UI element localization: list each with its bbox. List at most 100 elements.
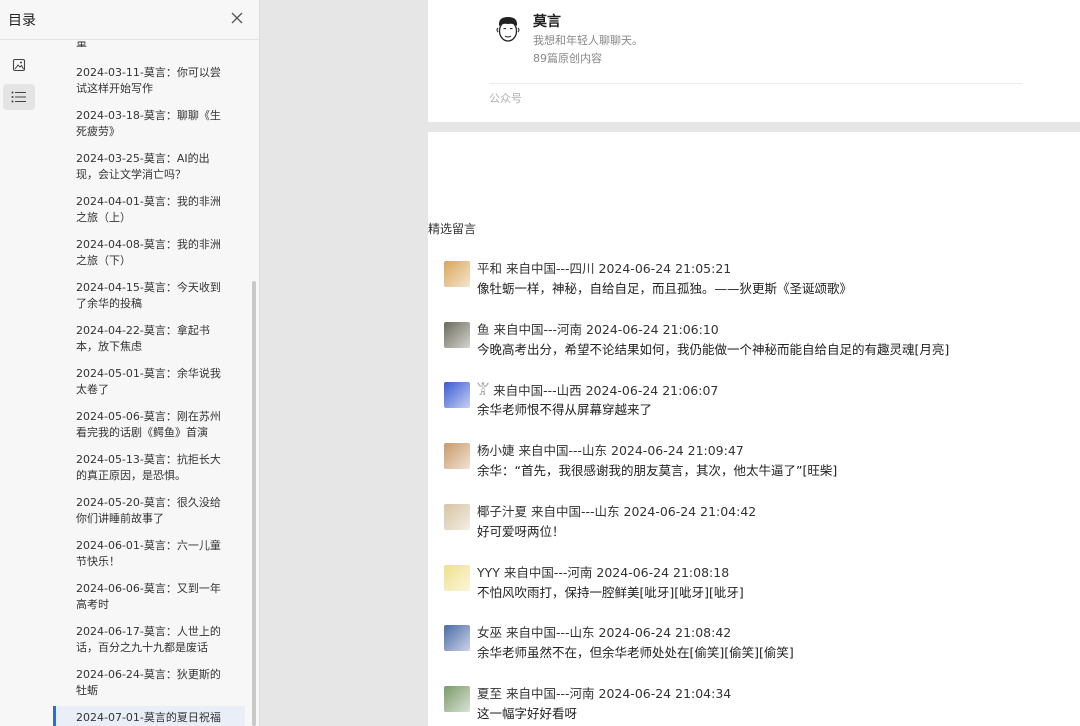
toc-active-marker <box>53 706 56 726</box>
toc-item-line: 2024-04-01-莫言：我的非洲 <box>76 195 221 208</box>
toc-item-line: 2024-04-08-莫言：我的非洲 <box>76 238 221 251</box>
comment-item: 𓀠 来自中国---山西 2024-06-24 21:06:07 余华老师恨不得从屏… <box>444 379 1074 429</box>
comment-meta: 𓀠 来自中国---山西 2024-06-24 21:06:07 <box>477 379 718 400</box>
toc-item-line: 2024-05-01-莫言：余华说我 <box>76 367 221 380</box>
toc-item-line: 2024-05-13-莫言：抗拒长大 <box>76 453 221 466</box>
comment-text: 今晚高考出分，希望不论结果如何，我仍能做一个神秘而能自给自足的有趣灵魂[月亮] <box>477 341 950 357</box>
toc-item-line: 2024-03-11-莫言：你可以尝 <box>76 66 221 79</box>
comment-meta: 平和 来自中国---四川 2024-06-24 21:05:21 <box>477 258 731 277</box>
comment-meta: 女巫 来自中国---山东 2024-06-24 21:08:42 <box>477 622 731 641</box>
comment-meta: 夏至 来自中国---河南 2024-06-24 21:04:34 <box>477 683 731 702</box>
commenter-name[interactable]: 杨小婕 <box>477 443 515 458</box>
toc-item[interactable]: 2024-04-08-莫言：我的非洲 之旅（下） <box>76 237 226 269</box>
comment-location-time: 来自中国---山西 2024-06-24 21:06:07 <box>489 383 719 399</box>
toc-item-line: 量 <box>76 41 87 49</box>
commenter-avatar[interactable] <box>444 443 470 470</box>
commenter-name[interactable]: 𓀠 <box>477 383 489 398</box>
commenter-name[interactable]: 椰子汁夏 <box>477 504 527 519</box>
commenter-avatar[interactable] <box>444 261 470 287</box>
toc-item-line: 2024-06-24-莫言：狄更斯的 <box>76 668 221 681</box>
comments-section-title: 精选留言 <box>428 222 477 236</box>
commenter-name[interactable]: 鱼 <box>477 322 490 337</box>
comment-text: 好可爱呀两位！ <box>477 523 565 539</box>
comment-meta: YYY 来自中国---河南 2024-06-24 21:08:18 <box>477 562 729 581</box>
toc-item[interactable]: 2024-03-18-莫言：聊聊《生 死疲劳》 <box>76 108 226 140</box>
comment-meta: 鱼 来自中国---河南 2024-06-24 21:06:10 <box>477 319 719 338</box>
toc-item[interactable]: 2024-06-01-莫言：六一儿童 节快乐！ <box>76 538 226 570</box>
toc-item-line: 2024-06-01-莫言：六一儿童 <box>76 539 221 552</box>
list-icon <box>11 91 26 103</box>
image-view-button[interactable] <box>3 52 35 78</box>
toc-item-line: 2024-05-06-莫言：刚在苏州 <box>76 410 221 423</box>
toc-item-line: 本，放下焦虑 <box>76 340 142 353</box>
comment-text: 余华：“首先，我很感谢我的朋友莫言，其次，他太牛逼了”[旺柴] <box>477 463 838 479</box>
account-type-label: 公众号 <box>489 92 522 105</box>
commenter-avatar[interactable] <box>444 685 470 712</box>
comment-text: 余华老师虽然不在，但余华老师处处在[偷笑][偷笑][偷笑] <box>477 645 794 661</box>
toc-view-button[interactable] <box>3 84 35 110</box>
author-name[interactable]: 莫言 <box>533 11 561 31</box>
comment-location-time: 来自中国---山东 2024-06-24 21:04:42 <box>527 503 757 519</box>
comment-text: 像牡蛎一样，神秘，自给自足，而且孤独。——狄更斯《圣诞颂歌》 <box>477 281 853 296</box>
toc-item[interactable]: 2024-04-15-莫言：今天收到 了余华的投稿 <box>76 280 226 312</box>
commenter-name[interactable]: 女巫 <box>477 625 502 640</box>
toc-item-line: 之旅（下） <box>76 254 131 267</box>
toc-item-line: 死疲劳》 <box>76 125 120 138</box>
toc-item[interactable]: 2024-06-06-莫言：又到一年 高考时 <box>76 581 226 613</box>
comment-text: 不怕风吹雨打，保持一腔鲜美[呲牙][呲牙][呲牙] <box>477 584 744 600</box>
sidebar-header: 目录 <box>0 0 259 40</box>
close-icon[interactable] <box>228 9 246 27</box>
toc-item[interactable]: 2024-06-24-莫言：狄更斯的 牡蛎 <box>76 667 226 699</box>
toc-item[interactable]: 2024-06-17-莫言：人世上的 话，百分之九十九都是废话 <box>76 624 226 656</box>
toc-item-line: 节快乐！ <box>76 555 120 568</box>
image-icon <box>12 58 26 72</box>
toc-item[interactable]: 2024-03-25-莫言：AI的出 现，会让文学消亡吗？ <box>76 151 226 183</box>
comment-location-time: 来自中国---河南 2024-06-24 21:08:18 <box>499 564 730 580</box>
toc-item-line: 试这样开始写作 <box>76 82 153 95</box>
commenter-name[interactable]: YYY <box>477 565 500 580</box>
toc-item[interactable]: 2024-03-11-莫言：你可以尝 试这样开始写作 <box>76 65 226 97</box>
toc-item-line: 之旅（上） <box>76 211 131 224</box>
comment-meta: 杨小婕 来自中国---山东 2024-06-24 21:09:47 <box>477 440 744 459</box>
toc-item[interactable]: 2024-05-06-莫言：刚在苏州 看完我的话剧《鳄鱼》首演 <box>76 409 226 441</box>
toc-item-line: 2024-07-01-莫言的夏日祝福 <box>76 711 221 724</box>
commenter-avatar[interactable] <box>444 625 470 652</box>
commenter-avatar[interactable] <box>444 321 470 348</box>
author-avatar <box>496 17 520 42</box>
comment-location-time: 来自中国---四川 2024-06-24 21:05:21 <box>502 261 732 276</box>
divider <box>489 83 1022 84</box>
commenter-avatar[interactable] <box>444 564 470 591</box>
toc-list: 量 2024-03-11-莫言：你可以尝 试这样开始写作 2024-03-18-莫言：… <box>41 41 259 726</box>
toc-item[interactable]: 2024-05-13-莫言：抗拒长大 的真正原因，是恐惧。 <box>76 452 226 484</box>
toc-item-line: 了余华的投稿 <box>76 297 142 310</box>
toc-item-line: 话，百分之九十九都是废话 <box>76 641 208 654</box>
toc-item[interactable]: 2024-05-20-莫言：很久没给 你们讲睡前故事了 <box>76 495 226 527</box>
comment-item: 女巫 来自中国---山东 2024-06-24 21:08:42 余华老师虽然不在… <box>444 622 1074 672</box>
comment-text: 余华老师恨不得从屏幕穿越来了 <box>477 402 653 418</box>
commenter-name[interactable]: 平和 <box>477 261 502 276</box>
commenter-name[interactable]: 夏至 <box>477 686 502 701</box>
author-description: 我想和年轻人聊聊天。 <box>533 34 643 47</box>
toc-item-line: 高考时 <box>76 598 109 611</box>
toc-scrollbar[interactable] <box>252 281 256 726</box>
toc-item-line: 看完我的话剧《鳄鱼》首演 <box>76 426 208 439</box>
comment-meta: 椰子汁夏 来自中国---山东 2024-06-24 21:04:42 <box>477 501 756 520</box>
toc-item-line: 2024-06-06-莫言：又到一年 <box>76 582 221 595</box>
toc-item-line: 2024-04-22-莫言：拿起书 <box>76 324 210 337</box>
commenter-avatar[interactable] <box>444 503 470 530</box>
toc-item[interactable]: 2024-04-01-莫言：我的非洲 之旅（上） <box>76 194 226 226</box>
comment-item: YYY 来自中国---河南 2024-06-24 21:08:18 不怕风吹雨打，… <box>444 562 1074 612</box>
author-card <box>428 0 1080 122</box>
toc-item-line: 太卷了 <box>76 383 109 396</box>
comment-item: 平和 来自中国---四川 2024-06-24 21:05:21 像牡蛎一样，神秘… <box>444 258 1074 308</box>
commenter-avatar[interactable] <box>444 382 470 409</box>
sidebar-title: 目录 <box>8 13 36 29</box>
comment-item: 夏至 来自中国---河南 2024-06-24 21:04:34 这一幅字好好看呀 <box>444 683 1074 726</box>
author-article-count: 89篇原创内容 <box>533 52 602 65</box>
toc-item[interactable]: 2024-04-22-莫言：拿起书 本，放下焦虑 <box>76 323 226 355</box>
toc-item[interactable]: 2024-05-01-莫言：余华说我 太卷了 <box>76 366 226 398</box>
toc-item[interactable]: 量 <box>76 41 226 51</box>
toc-item[interactable]: 2024-07-01-莫言的夏日祝福 <box>76 710 226 726</box>
toc-item-line: 2024-06-17-莫言：人世上的 <box>76 625 221 638</box>
comment-location-time: 来自中国---河南 2024-06-24 21:06:10 <box>489 321 719 337</box>
